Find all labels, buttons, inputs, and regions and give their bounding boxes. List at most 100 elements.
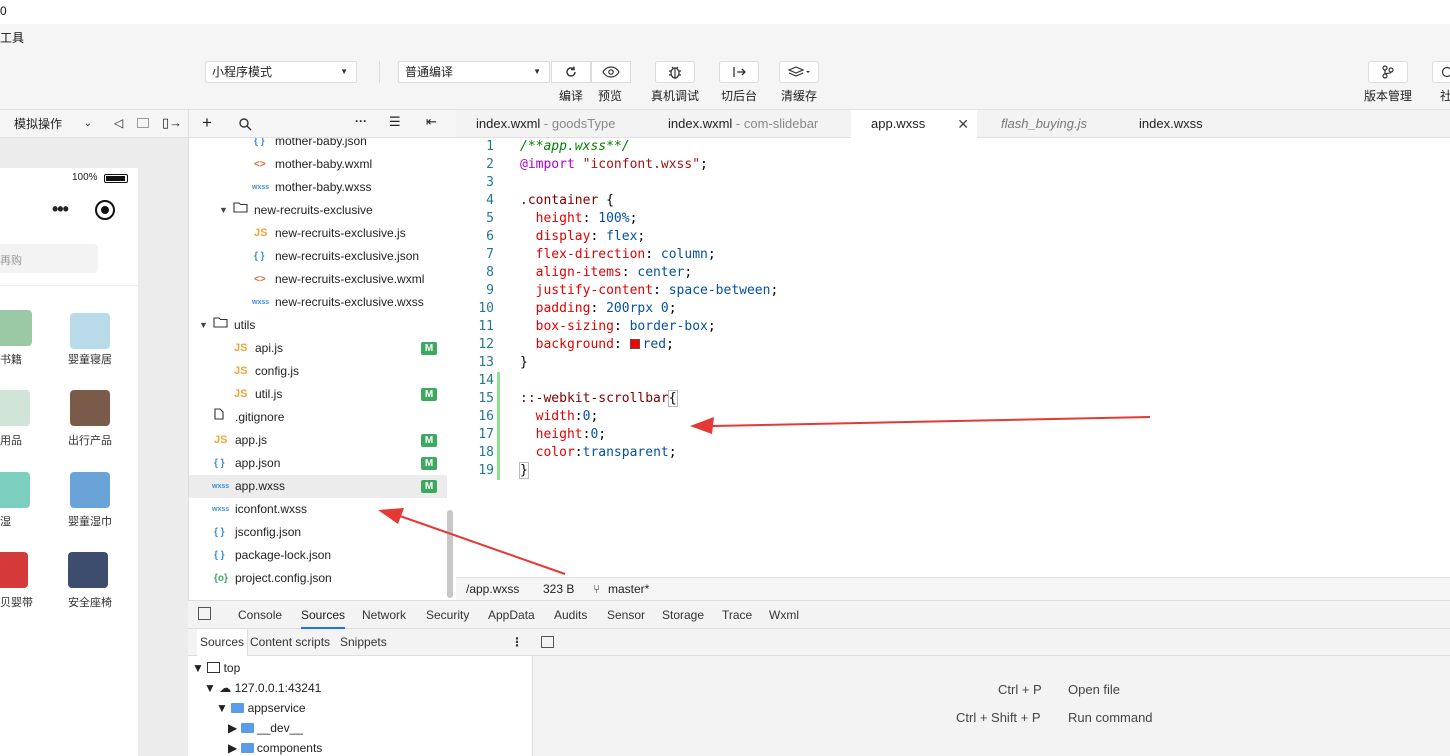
tab-index-wxml-slidebar[interactable]: index.wxml - com-slidebar: [648, 110, 848, 138]
category-image[interactable]: [0, 552, 28, 588]
title-bar: 0: [0, 0, 1450, 24]
tree-node-components[interactable]: ▶ components: [228, 738, 322, 756]
file-tree-item[interactable]: JS api.js M: [189, 337, 447, 360]
shortcut-action: Run command: [1068, 710, 1153, 725]
volume-icon[interactable]: ◁: [114, 116, 123, 130]
file-tree-item[interactable]: { } new-recruits-exclusive.json: [189, 245, 447, 268]
file-tree-item[interactable]: { } jsconfig.json: [189, 521, 447, 544]
more-icon[interactable]: •••: [52, 199, 69, 220]
tab-sensor[interactable]: Sensor: [607, 601, 645, 629]
category-image[interactable]: [70, 313, 110, 349]
tab-snippets[interactable]: Snippets: [340, 629, 387, 656]
tree-node-top[interactable]: ▼ top: [192, 658, 240, 678]
config-file-icon: {o}: [214, 573, 228, 584]
file-tree-item[interactable]: JS app.js M: [189, 429, 447, 452]
tab-trace[interactable]: Trace: [722, 601, 752, 629]
file-tree-item[interactable]: {o} project.config.json: [189, 567, 447, 590]
tab-app-wxss[interactable]: app.wxss ✕: [851, 110, 977, 139]
code-line: /**app.wxss**/: [520, 139, 630, 154]
file-tree-item[interactable]: { } package-lock.json: [189, 544, 447, 567]
code-line: justify-content: space-between;: [535, 283, 779, 298]
switch-background-button[interactable]: [719, 61, 759, 83]
category-image[interactable]: [0, 390, 30, 426]
dock-left-icon[interactable]: ⇤: [426, 114, 437, 130]
file-tree-item[interactable]: JS new-recruits-exclusive.js: [189, 222, 447, 245]
file-tree-item[interactable]: { } mother-baby.json: [189, 138, 447, 153]
status-branch[interactable]: master*: [608, 578, 649, 600]
file-tree-item[interactable]: JS util.js M: [189, 383, 447, 406]
file-name: project.config.json: [235, 571, 332, 585]
file-tree-item[interactable]: wxss app.wxss M: [189, 475, 447, 498]
compile-button[interactable]: [551, 61, 591, 83]
capsule-close-icon[interactable]: [95, 200, 115, 220]
js-file-icon: JS: [254, 227, 268, 239]
preview-button[interactable]: [591, 61, 631, 83]
file-tree-item[interactable]: .gitignore: [189, 406, 447, 429]
tree-node-dev[interactable]: ▶ __dev__: [228, 718, 303, 738]
file-tree-item[interactable]: ▼ new-recruits-exclusive: [189, 199, 447, 222]
screen-icon[interactable]: [137, 118, 149, 128]
close-icon[interactable]: ✕: [957, 110, 969, 138]
file-tree-item[interactable]: wxss iconfont.wxss: [189, 498, 447, 521]
file-name: new-recruits-exclusive.wxml: [275, 272, 425, 286]
tab-network[interactable]: Network: [362, 601, 406, 629]
real-device-debug-button[interactable]: [655, 61, 695, 83]
tab-index-wxss[interactable]: index.wxss: [1119, 110, 1239, 138]
tab-audits[interactable]: Audits: [554, 601, 587, 629]
color-swatch[interactable]: [629, 339, 640, 349]
tree-node-appservice[interactable]: ▼ appservice: [216, 698, 306, 718]
inspect-icon[interactable]: [198, 607, 211, 620]
menu-bar: 工具: [0, 24, 1450, 48]
file-tree-item[interactable]: <> mother-baby.wxml: [189, 153, 447, 176]
chevron-down-icon[interactable]: ▼: [199, 314, 208, 337]
cloud-icon: ☁: [219, 681, 232, 695]
file-tree-item[interactable]: JS config.js: [189, 360, 447, 383]
category-image[interactable]: [0, 310, 32, 346]
status-bar: /app.wxss 323 B ⑂ master*: [456, 577, 1450, 600]
tab-appdata[interactable]: AppData: [488, 601, 535, 629]
collapse-all-icon[interactable]: ☰: [389, 114, 401, 130]
tab-security[interactable]: Security: [426, 601, 469, 629]
file-tree-item[interactable]: { } app.json M: [189, 452, 447, 475]
tab-content-scripts[interactable]: Content scripts: [250, 629, 330, 656]
modified-badge: M: [421, 480, 437, 493]
mode-select[interactable]: 小程序模式 ▼: [205, 61, 357, 83]
category-image[interactable]: [0, 472, 30, 508]
community-button[interactable]: [1432, 61, 1450, 83]
code-editor[interactable]: 1 /**app.wxss**/ 2 @import "iconfont.wxss";…: [456, 138, 1450, 577]
category-image[interactable]: [68, 552, 108, 588]
dock-right-icon[interactable]: ▯→: [162, 115, 182, 131]
category-image[interactable]: [70, 390, 110, 426]
file-tree: { } mother-baby.json <> mother-baby.wxml wxs…: [188, 138, 456, 600]
tab-sources[interactable]: Sources: [301, 601, 346, 629]
tab-storage[interactable]: Storage: [662, 601, 704, 629]
more-icon[interactable]: ···: [355, 114, 367, 128]
js-file-icon: JS: [234, 342, 248, 354]
compile-select[interactable]: 普通编译 ▼: [398, 61, 550, 83]
toggle-navigator-icon[interactable]: [541, 636, 554, 648]
tab-sources-navigator[interactable]: Sources: [197, 629, 249, 656]
tree-node-host[interactable]: ▼ ☁ 127.0.0.1:43241: [204, 678, 321, 698]
code-line: padding: 200rpx 0;: [535, 301, 677, 316]
scrollbar[interactable]: [447, 510, 453, 598]
category-image[interactable]: [70, 472, 110, 508]
file-tree-item[interactable]: ▼ utils: [189, 314, 447, 337]
code-line: .container {: [520, 193, 614, 208]
version-control-button[interactable]: [1368, 61, 1408, 83]
file-tree-item[interactable]: <> new-recruits-exclusive.wxml: [189, 268, 447, 291]
search-bar[interactable]: 再购: [0, 244, 98, 273]
file-tree-item[interactable]: wxss mother-baby.wxss: [189, 176, 447, 199]
menu-item-tools[interactable]: 工具: [0, 29, 24, 46]
tab-wxml[interactable]: Wxml: [769, 601, 799, 629]
chevron-down-icon[interactable]: ▼: [219, 199, 228, 222]
operation-select[interactable]: 模拟操作 ⌄: [8, 113, 98, 135]
search-icon[interactable]: [239, 118, 252, 131]
tab-flash-buying-js[interactable]: flash_buying.js: [981, 110, 1121, 138]
more-vertical-icon[interactable]: ⋮: [511, 629, 523, 656]
tab-index-wxml-goodstype[interactable]: index.wxml - goodsType: [456, 110, 646, 138]
status-path: /app.wxss: [466, 582, 520, 596]
tab-console[interactable]: Console: [238, 601, 282, 629]
file-tree-item[interactable]: wxss new-recruits-exclusive.wxss: [189, 291, 447, 314]
clear-cache-button[interactable]: [779, 61, 819, 83]
add-icon[interactable]: +: [202, 113, 212, 133]
